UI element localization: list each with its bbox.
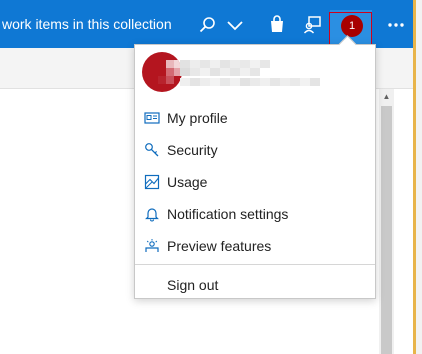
sign-out-button[interactable]: Sign out: [135, 270, 375, 300]
menu-divider: [135, 264, 375, 265]
menu-item-label: Security: [167, 142, 218, 158]
usage-icon: [144, 174, 160, 190]
shopping-bag-icon: [271, 15, 283, 32]
menu-item-preview-features[interactable]: Preview features: [135, 230, 375, 262]
feedback-button[interactable]: [297, 10, 327, 40]
search-box-text[interactable]: work items in this collection: [0, 0, 172, 48]
key-icon: [145, 143, 159, 157]
chevron-down-icon: [227, 21, 243, 31]
menu-item-label: Notification settings: [167, 206, 289, 222]
menu-item-usage[interactable]: Usage: [135, 166, 375, 198]
notification-badge[interactable]: 1: [341, 15, 363, 37]
menu-item-security[interactable]: Security: [135, 134, 375, 166]
sign-out-label: Sign out: [167, 277, 219, 293]
right-accent-strip: [413, 0, 416, 354]
bell-icon: [145, 208, 159, 222]
preview-features-icon: [145, 239, 159, 252]
scroll-up-arrow-icon[interactable]: ▲: [379, 90, 394, 104]
avatar: [142, 52, 182, 92]
search-button[interactable]: [192, 10, 222, 40]
search-icon: [199, 17, 215, 33]
menu-item-label: Preview features: [167, 238, 272, 254]
user-name-redacted: [180, 60, 322, 94]
menu-item-notification-settings[interactable]: Notification settings: [135, 198, 375, 230]
marketplace-button[interactable]: [262, 10, 292, 40]
more-options-button[interactable]: [380, 10, 412, 40]
menu-item-label: Usage: [167, 174, 208, 190]
feedback-icon: [303, 16, 321, 34]
scrollbar-thumb[interactable]: [381, 106, 392, 354]
menu-item-my-profile[interactable]: My profile: [135, 102, 375, 134]
ellipsis-icon: [388, 23, 404, 27]
id-card-icon: [144, 112, 160, 124]
menu-item-label: My profile: [167, 110, 228, 126]
search-options-button[interactable]: [222, 10, 248, 40]
